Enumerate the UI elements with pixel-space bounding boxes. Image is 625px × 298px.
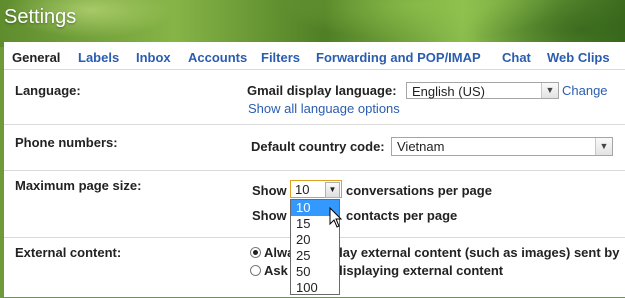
show-all-languages-link[interactable]: Show all language options: [248, 101, 400, 116]
page-size-option-50[interactable]: 50: [291, 264, 339, 280]
page-size-label: Maximum page size:: [15, 178, 142, 193]
tab-forwarding[interactable]: Forwarding and POP/IMAP: [316, 50, 481, 65]
tab-accounts[interactable]: Accounts: [188, 50, 247, 65]
page-title: Settings: [4, 6, 77, 28]
show-label-1: Show: [252, 183, 287, 198]
country-code-label: Default country code:: [251, 139, 385, 154]
language-row: Language: Gmail display language: Englis…: [4, 69, 625, 120]
header-banner: Settings: [0, 0, 625, 47]
conversations-per-page-label: conversations per page: [346, 183, 492, 198]
tab-chat[interactable]: Chat: [502, 50, 531, 65]
contacts-per-page-label: contacts per page: [346, 208, 458, 223]
conversations-page-size-select[interactable]: 10 ▼: [290, 180, 342, 198]
tab-web-clips[interactable]: Web Clips: [547, 50, 610, 65]
country-select[interactable]: Vietnam ▼: [391, 137, 613, 156]
language-value: English (US): [412, 84, 485, 99]
chevron-down-icon: ▼: [541, 83, 558, 98]
language-select[interactable]: English (US) ▼: [406, 82, 559, 99]
radio-unselected-icon[interactable]: [250, 265, 261, 276]
language-label: Language:: [15, 83, 81, 98]
page-size-option-25[interactable]: 25: [291, 248, 339, 264]
settings-tabs: General Labels Inbox Accounts Filters Fo…: [4, 42, 625, 68]
chevron-down-icon: ▼: [595, 138, 612, 155]
ask-before-option[interactable]: Ask before displaying external content: [250, 263, 503, 278]
tab-filters[interactable]: Filters: [261, 50, 300, 65]
phone-row: Phone numbers: Default country code: Vie…: [4, 124, 625, 170]
phone-label: Phone numbers:: [15, 135, 118, 150]
country-value: Vietnam: [397, 139, 445, 154]
tab-inbox[interactable]: Inbox: [136, 50, 171, 65]
display-language-label: Gmail display language:: [247, 83, 397, 98]
tab-labels[interactable]: Labels: [78, 50, 119, 65]
external-content-label: External content:: [15, 245, 122, 260]
page-size-value: 10: [295, 182, 310, 197]
page-size-option-20[interactable]: 20: [291, 232, 339, 248]
radio-selected-icon[interactable]: [250, 247, 261, 258]
mouse-cursor-icon: [329, 207, 343, 228]
show-label-2: Show: [252, 208, 287, 223]
change-language-link[interactable]: Change: [562, 83, 608, 98]
page-size-option-100[interactable]: 100: [291, 280, 339, 296]
chevron-down-icon: ▼: [325, 182, 340, 198]
tab-general[interactable]: General: [12, 50, 60, 65]
